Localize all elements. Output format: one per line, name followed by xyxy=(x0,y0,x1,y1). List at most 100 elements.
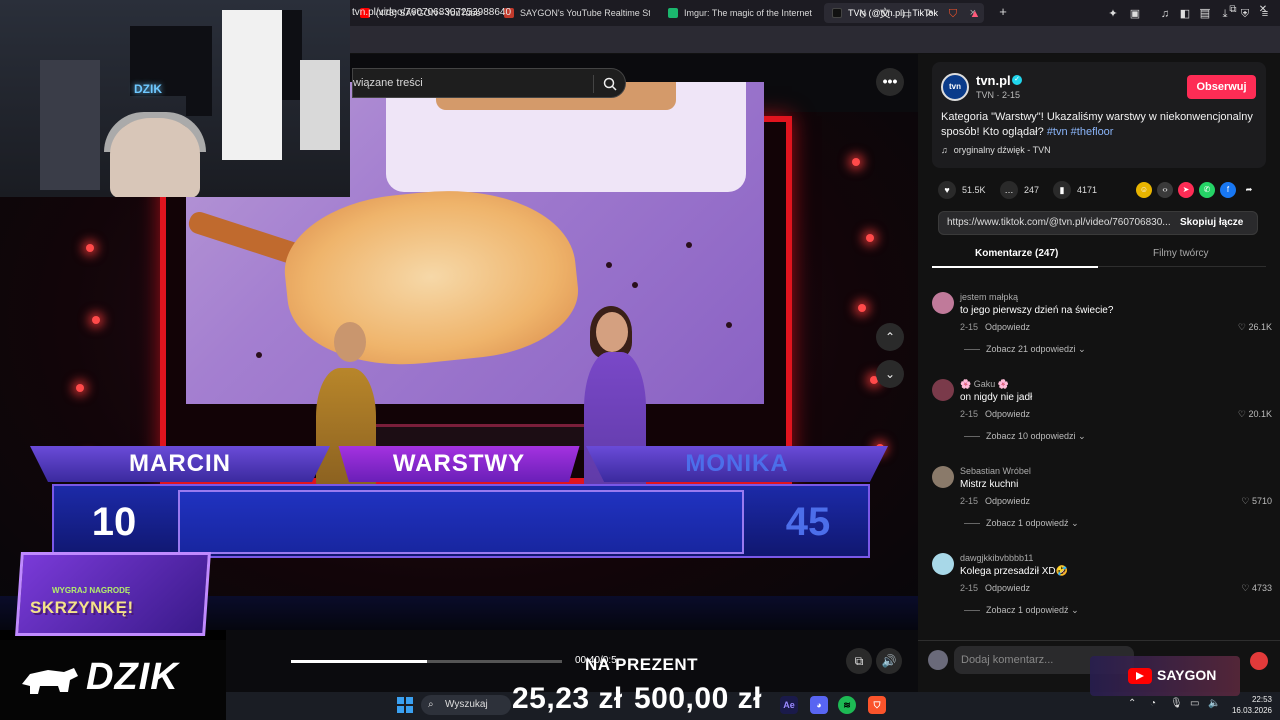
reply-button[interactable]: Odpowiedz xyxy=(985,322,1030,332)
tray-chevron-up-icon[interactable]: ⌃ xyxy=(1128,698,1136,709)
translate-icon[interactable]: 文 xyxy=(878,7,892,21)
no-translate-icon[interactable]: ⦸ xyxy=(856,7,870,21)
like-button[interactable]: ♥ 51.5K xyxy=(938,180,986,200)
share-icon[interactable]: ↗ xyxy=(922,7,936,21)
sound-name: oryginalny dźwięk - TVN xyxy=(953,145,1051,155)
sidebar-icon[interactable]: ▣ xyxy=(1128,7,1142,21)
peppercorn xyxy=(632,282,638,288)
comment-text: Mistrz kuchni xyxy=(960,479,1019,490)
view-replies-button[interactable]: Zobacz 21 odpowiedzi ⌄ xyxy=(964,344,1086,355)
reply-button[interactable]: Odpowiedz xyxy=(985,409,1030,419)
action-row: ♥ 51.5K … 247 ▮ 4171 xyxy=(938,180,1268,200)
sound-link[interactable]: ♫ oryginalny dźwięk - TVN xyxy=(941,145,1051,155)
volume-button[interactable]: 🔊 xyxy=(876,648,902,674)
system-clock[interactable]: 22:53 16.03.2026 xyxy=(1228,694,1272,716)
share-arrow-icon[interactable]: ➦ xyxy=(1241,182,1257,198)
commenter-avatar[interactable] xyxy=(932,292,954,314)
microphone-icon[interactable]: 🎙 xyxy=(1170,698,1183,709)
embed-icon[interactable]: ‹› xyxy=(1157,182,1173,198)
donation-goal: 500,00 zł xyxy=(634,682,762,715)
search-icon[interactable] xyxy=(602,76,618,92)
windows-start-icon[interactable] xyxy=(397,697,413,713)
commenter-avatar[interactable] xyxy=(932,466,954,488)
discord-icon[interactable]: ◕ xyxy=(810,696,828,714)
commenter-name[interactable]: 🌸 Gaku 🌸 xyxy=(960,379,1009,390)
stage-light xyxy=(92,316,100,324)
copy-link-button[interactable]: Skopiuj łącze xyxy=(1180,217,1243,228)
comment-like-button[interactable]: ♡ 5710 xyxy=(1241,496,1272,507)
hashtags-link[interactable]: #tvn #thefloor xyxy=(1047,126,1114,138)
view-replies-label: Zobacz 10 odpowiedzi xyxy=(986,431,1076,441)
bookshelf xyxy=(222,10,282,160)
commenter-name[interactable]: dawgjkkibvbbbb11 xyxy=(960,553,1033,563)
view-replies-label: Zobacz 1 odpowiedź xyxy=(986,605,1069,615)
tab-label: Imgur: The magic of the Internet xyxy=(684,8,812,18)
previous-video-button[interactable]: ⌃ xyxy=(876,323,904,351)
send-icon[interactable]: ➤ xyxy=(1178,182,1194,198)
brave-shield-icon[interactable]: ⛉ xyxy=(946,7,960,21)
vpn-icon[interactable]: ⛨ xyxy=(1238,7,1252,21)
progress-fill xyxy=(291,660,427,663)
new-tab-button[interactable]: + xyxy=(988,4,1018,19)
download-icon[interactable]: ⤓ xyxy=(1218,7,1232,21)
comment-like-button[interactable]: ♡ 20.1K xyxy=(1238,409,1272,420)
menu-icon[interactable]: ≡ xyxy=(1258,7,1272,21)
browser-tab-imgur[interactable]: Imgur: The magic of the Internet xyxy=(660,3,816,23)
url-field[interactable]: tvn.pl/video/7607068307253988640 xyxy=(352,7,511,18)
picture-in-picture-button[interactable]: ⧉ xyxy=(846,648,872,674)
view-replies-button[interactable]: Zobacz 10 odpowiedzi ⌄ xyxy=(964,431,1086,442)
after-effects-icon[interactable]: Ae xyxy=(780,696,798,714)
heart-outline-icon: ♡ xyxy=(1237,409,1249,419)
save-button[interactable]: ▮ 4171 xyxy=(1053,180,1097,200)
author-avatar[interactable]: tvn xyxy=(941,73,969,101)
extensions-icon[interactable]: ✦ xyxy=(1106,7,1120,21)
view-replies-button[interactable]: Zobacz 1 odpowiedź ⌄ xyxy=(964,605,1079,616)
facebook-icon[interactable]: f xyxy=(1220,182,1236,198)
brand-logo: DZIK xyxy=(86,656,179,698)
tab-creator-videos[interactable]: Filmy twórcy xyxy=(1153,248,1209,259)
author-name[interactable]: tvn.pl xyxy=(976,73,1011,88)
search-input[interactable]: wiązane treści xyxy=(353,77,423,89)
speaker-icon[interactable]: 🔈 xyxy=(1208,698,1220,709)
friends-share-icon[interactable]: ☺ xyxy=(1136,182,1152,198)
share-link-url[interactable]: https://www.tiktok.com/@tvn.pl/video/760… xyxy=(947,217,1171,228)
tab-comments[interactable]: Komentarze (247) xyxy=(975,248,1058,259)
commenter-name[interactable]: Sebastian Wróbel xyxy=(960,466,1031,476)
brave-rewards-icon[interactable]: ▲ xyxy=(968,7,982,21)
browser-tab-statistics[interactable]: SAYGON's YouTube Realtime Statistic xyxy=(496,3,650,23)
music-icon[interactable]: ♫ xyxy=(1158,7,1172,21)
divider xyxy=(964,523,980,525)
comment-button[interactable]: … 247 xyxy=(1000,180,1039,200)
peppercorn xyxy=(606,262,612,268)
display-icon[interactable]: ▭ xyxy=(1190,698,1199,709)
related-search-bar[interactable]: wiązane treści xyxy=(352,68,626,98)
brave-icon[interactable]: ⛉ xyxy=(868,696,886,714)
reply-button[interactable]: Odpowiedz xyxy=(985,583,1030,593)
chevron-down-icon: ⌄ xyxy=(1068,605,1079,615)
wallet-icon[interactable]: ▤ xyxy=(1198,7,1212,21)
spotify-icon[interactable]: ≋ xyxy=(838,696,856,714)
heart-outline-icon: ♡ xyxy=(1241,496,1252,506)
screenshot-icon[interactable]: ▭ xyxy=(900,7,914,21)
reply-button[interactable]: Odpowiedz xyxy=(985,496,1030,506)
commenter-avatar[interactable] xyxy=(932,379,954,401)
donation-amount: 25,23 zł xyxy=(512,682,623,715)
comment-like-button[interactable]: ♡ 26.1K xyxy=(1238,322,1272,333)
progress-bar[interactable] xyxy=(291,660,562,663)
comment-item: 🌸 Gaku 🌸 on nigdy nie jadł 2-15 Odpowiedz ♡ … xyxy=(932,379,1276,449)
reader-icon[interactable]: ◧ xyxy=(1178,7,1192,21)
post-comment-icon[interactable] xyxy=(1250,652,1268,670)
heart-outline-icon: ♡ xyxy=(1237,322,1249,332)
commenter-name[interactable]: jestem małpką xyxy=(960,292,1018,302)
next-video-button[interactable]: ⌄ xyxy=(876,360,904,388)
heart-icon: ♥ xyxy=(938,181,956,199)
whatsapp-icon[interactable]: ✆ xyxy=(1199,182,1215,198)
more-options-button[interactable]: ••• xyxy=(876,68,904,96)
network-icon[interactable]: ◔ xyxy=(1150,698,1156,709)
follow-button[interactable]: Obserwuj xyxy=(1187,75,1256,99)
boar-icon xyxy=(22,668,78,694)
commenter-avatar[interactable] xyxy=(932,553,954,575)
comment-like-count: 4733 xyxy=(1251,583,1272,593)
view-replies-button[interactable]: Zobacz 1 odpowiedź ⌄ xyxy=(964,518,1079,529)
comment-like-button[interactable]: ♡ 4733 xyxy=(1241,583,1272,594)
